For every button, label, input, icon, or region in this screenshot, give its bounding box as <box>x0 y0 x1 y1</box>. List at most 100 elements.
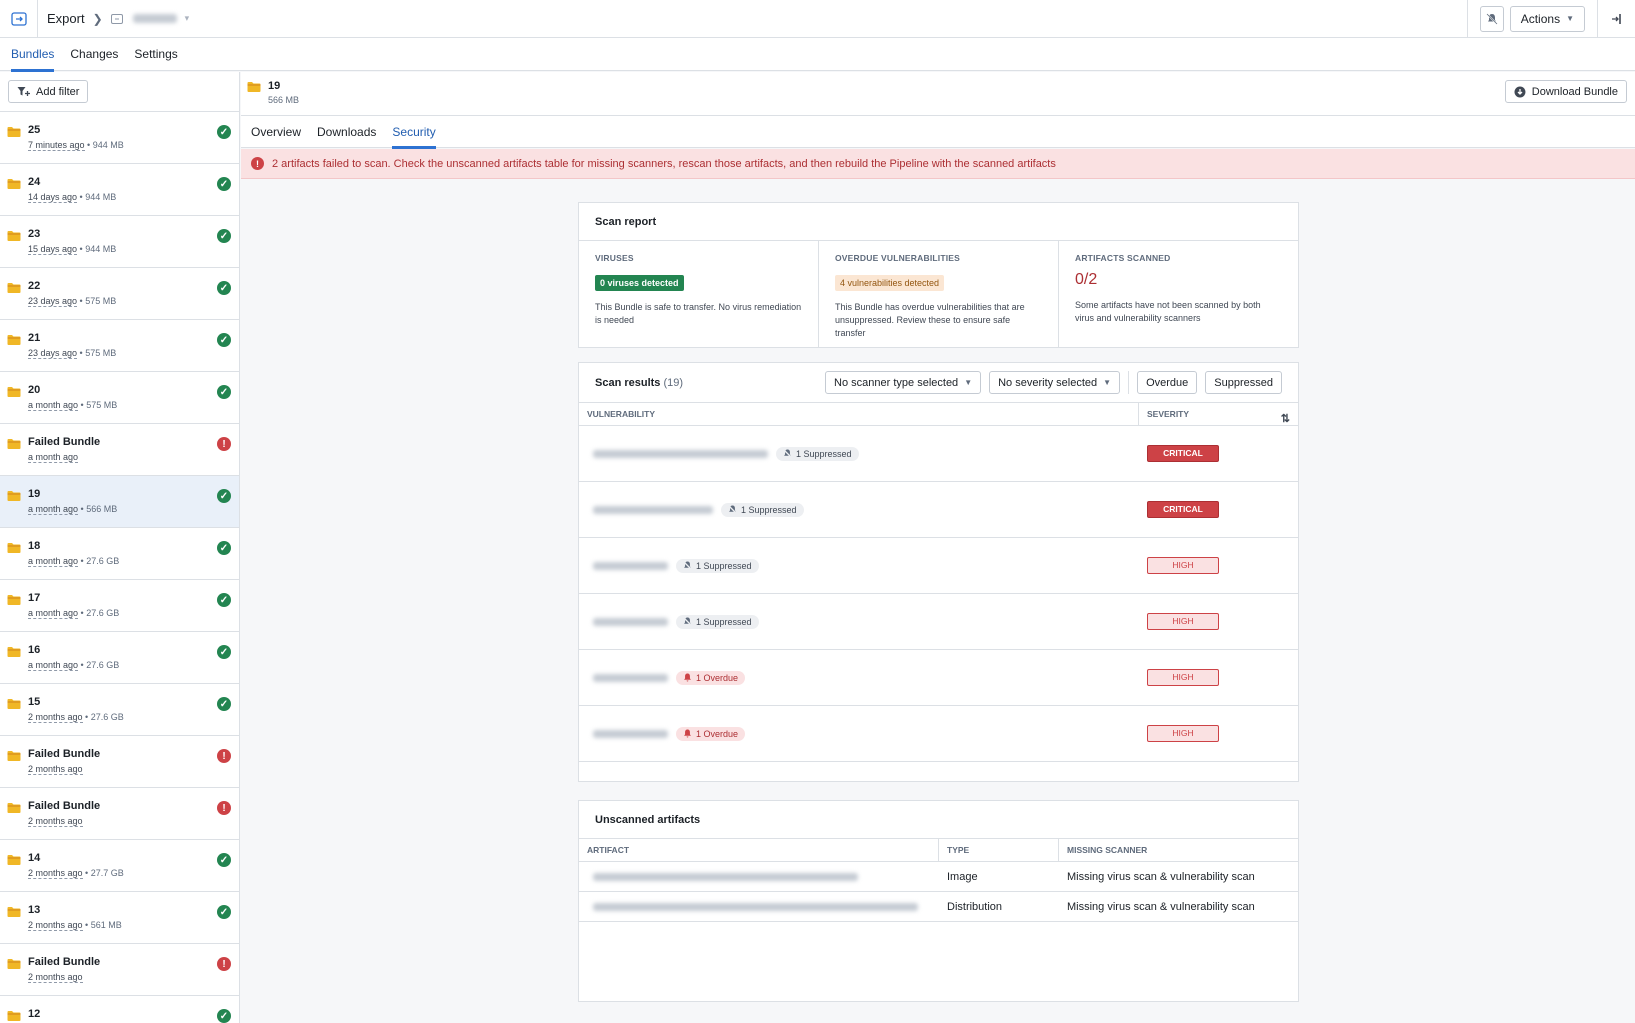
bundle-item[interactable]: 23 15 days ago • 944 MB ✓ <box>0 216 239 268</box>
tab-overview[interactable]: Overview <box>251 116 301 148</box>
bell-off-icon <box>783 449 792 458</box>
bundle-item-meta: 2 months ago • 27.7 GB <box>28 868 124 879</box>
sort-descending-icon[interactable]: ⇅ <box>1281 408 1290 431</box>
scan-report-title: Scan report <box>579 203 1298 241</box>
filter-add-icon <box>17 87 30 96</box>
bundle-item[interactable]: 21 23 days ago • 575 MB ✓ <box>0 320 239 372</box>
vulnerability-id-redacted[interactable] <box>593 505 713 514</box>
bundle-item-name: 24 <box>28 176 41 188</box>
bundle-item-sep: • <box>78 556 87 566</box>
tab-security[interactable]: Security <box>392 116 437 149</box>
col-vulnerability[interactable]: VULNERABILITY <box>579 403 1139 425</box>
table-row[interactable]: 1 Suppressed CRITICAL <box>579 482 1298 538</box>
bundle-item[interactable]: Failed Bundle 2 months ago! <box>0 788 239 840</box>
bundle-header: 19 566 MB Download Bundle <box>241 72 1635 116</box>
bundle-item[interactable]: 22 23 days ago • 575 MB ✓ <box>0 268 239 320</box>
add-filter-button[interactable]: Add filter <box>8 80 89 103</box>
bundle-item-age: a month ago <box>28 608 79 619</box>
bundle-item-meta: 23 days ago • 575 MB <box>28 348 116 359</box>
chevron-down-icon[interactable]: ▾ <box>185 13 190 24</box>
notifications-button[interactable] <box>1479 5 1504 32</box>
bundle-title: 19 <box>268 80 281 92</box>
bundle-item[interactable]: Failed Bundle 2 months ago! <box>0 944 239 996</box>
table-row[interactable]: 1 Suppressed HIGH <box>579 594 1298 650</box>
table-row[interactable]: Distribution Missing virus scan & vulnera… <box>579 892 1298 922</box>
download-bundle-button[interactable]: Download Bundle <box>1504 80 1627 103</box>
badge-label: 1 Overdue <box>696 672 739 683</box>
actions-button[interactable]: Actions ▼ <box>1509 5 1585 32</box>
overdue-toggle[interactable]: Overdue <box>1137 371 1198 394</box>
bundle-item-name: 25 <box>28 124 41 136</box>
folder-icon <box>7 387 21 397</box>
severity-select[interactable]: No severity selected ▼ <box>989 371 1121 394</box>
main-panel: 19 566 MB Download Bundle Overview Downl… <box>241 72 1635 1023</box>
bundle-item-meta: 2 months ago <box>28 764 83 775</box>
folder-icon <box>7 855 21 865</box>
success-check-icon: ✓ <box>217 853 231 867</box>
col-type[interactable]: TYPE <box>939 839 1059 861</box>
error-icon: ! <box>217 957 231 971</box>
vulnerabilities-tag: 4 vulnerabilities detected <box>835 275 945 291</box>
bundle-item-name: 18 <box>28 540 41 552</box>
bundle-item[interactable]: 20 a month ago • 575 MB ✓ <box>0 372 239 424</box>
table-row[interactable]: 1 Suppressed CRITICAL <box>579 426 1298 482</box>
tab-bundles[interactable]: Bundles <box>11 38 55 72</box>
tab-changes[interactable]: Changes <box>70 38 118 71</box>
unscanned-table-header: ARTIFACT TYPE MISSING SCANNER <box>579 839 1298 862</box>
vulnerability-id-redacted[interactable] <box>593 561 668 570</box>
vulnerability-id-redacted[interactable] <box>593 673 668 682</box>
bundle-item-name: 21 <box>28 332 41 344</box>
bundle-item[interactable]: Failed Bundle a month ago! <box>0 424 239 476</box>
bundle-item-name: 20 <box>28 384 41 396</box>
table-row[interactable]: 1 Overdue HIGH <box>579 706 1298 762</box>
vulnerability-id-redacted[interactable] <box>593 729 668 738</box>
bundle-item-meta: 23 days ago • 575 MB <box>28 296 117 307</box>
bundle-item[interactable]: 16 a month ago • 27.6 GB ✓ <box>0 632 239 684</box>
folder-icon <box>7 543 21 553</box>
artifact-name-redacted[interactable] <box>593 872 858 881</box>
bell-icon <box>684 729 691 738</box>
folder-icon <box>7 595 21 605</box>
bundle-item-size: 575 MB <box>85 296 117 306</box>
bundle-item-age: 7 minutes ago <box>28 140 85 151</box>
suppressed-toggle[interactable]: Suppressed <box>1205 371 1282 394</box>
bundle-item[interactable]: 15 2 months ago • 27.6 GB ✓ <box>0 684 239 736</box>
scanner-type-select[interactable]: No scanner type selected ▼ <box>825 371 982 394</box>
tab-downloads[interactable]: Downloads <box>317 116 376 148</box>
bundle-item[interactable]: Failed Bundle 2 months ago! <box>0 736 239 788</box>
vulnerability-id-redacted[interactable] <box>593 617 668 626</box>
col-severity[interactable]: SEVERITY ⇅ <box>1139 403 1298 425</box>
vulnerability-id-redacted[interactable] <box>593 449 768 458</box>
artifact-name-redacted[interactable] <box>593 902 918 911</box>
tab-settings[interactable]: Settings <box>134 38 177 71</box>
badge-label: 1 Suppressed <box>741 504 797 515</box>
table-row[interactable]: 1 Suppressed HIGH <box>579 538 1298 594</box>
col-missing-scanner[interactable]: MISSING SCANNER <box>1059 839 1298 861</box>
breadcrumb-export[interactable]: Export <box>47 11 85 26</box>
breadcrumb-current-redacted[interactable] <box>132 14 177 23</box>
bundle-item-size: 561 MB <box>90 920 122 930</box>
folder-icon <box>7 803 21 813</box>
bundle-item[interactable]: 14 2 months ago • 27.7 GB ✓ <box>0 840 239 892</box>
success-check-icon: ✓ <box>217 489 231 503</box>
table-row[interactable]: 1 Overdue HIGH <box>579 650 1298 706</box>
col-artifact[interactable]: ARTIFACT <box>579 839 939 861</box>
results-table-header: VULNERABILITY SEVERITY ⇅ <box>579 403 1298 426</box>
bundle-item[interactable]: 17 a month ago • 27.6 GB ✓ <box>0 580 239 632</box>
bundle-item-sep: • <box>78 504 87 514</box>
bundle-item[interactable]: 24 14 days ago • 944 MB ✓ <box>0 164 239 216</box>
alert-text: 2 artifacts failed to scan. Check the un… <box>272 157 1056 170</box>
app-switcher[interactable] <box>0 0 38 37</box>
results-table-body: 1 Suppressed CRITICAL 1 Suppressed CRITICAL… <box>579 426 1298 762</box>
bell-icon <box>684 673 691 682</box>
bundle-item[interactable]: 19 a month ago • 566 MB ✓ <box>0 476 239 528</box>
bundle-item[interactable]: 25 7 minutes ago • 944 MB ✓ <box>0 112 239 164</box>
success-check-icon: ✓ <box>217 385 231 399</box>
bundle-item[interactable]: 13 2 months ago • 561 MB ✓ <box>0 892 239 944</box>
bundle-item-name: 14 <box>28 852 41 864</box>
table-row[interactable]: Image Missing virus scan & vulnerability … <box>579 862 1298 892</box>
table-row[interactable] <box>579 762 1298 781</box>
bundle-item[interactable]: 12 ✓ <box>0 996 239 1023</box>
toggle-panel-button[interactable] <box>1597 0 1635 37</box>
bundle-item[interactable]: 18 a month ago • 27.6 GB ✓ <box>0 528 239 580</box>
